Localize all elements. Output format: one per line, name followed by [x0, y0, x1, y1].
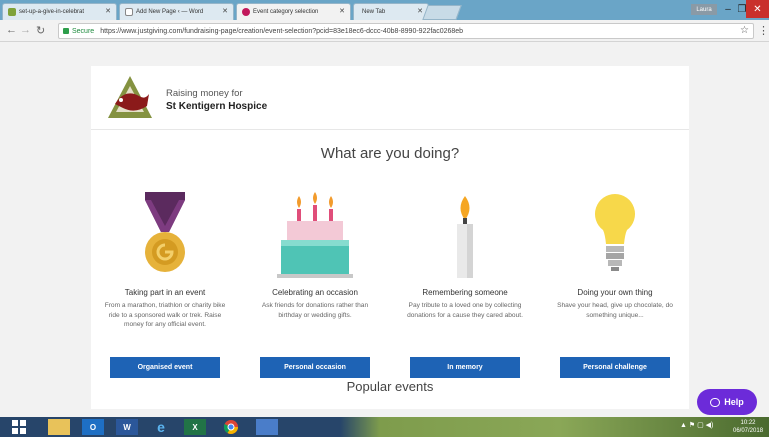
option-description: Pay tribute to a loved one by collecting… [407, 302, 523, 319]
close-tab-icon[interactable]: ✕ [105, 7, 111, 15]
outlook-icon[interactable]: O [82, 419, 104, 435]
page-heading: What are you doing? [320, 145, 460, 162]
tab-event-category-selection[interactable]: Event category selection ✕ [236, 3, 351, 20]
tab-give-in-celebration[interactable]: set-up-a-give-in-celebrat ✕ [2, 3, 117, 20]
clock-date: 06/07/2018 [733, 428, 764, 434]
close-tab-icon[interactable]: ✕ [417, 7, 423, 15]
option-description: Ask friends for donations rather than bi… [261, 302, 369, 319]
close-tab-icon[interactable]: ✕ [222, 7, 228, 15]
back-arrow-icon[interactable]: ← [6, 24, 17, 36]
tab-new-tab[interactable]: New Tab ✕ [353, 3, 429, 20]
tab-title: set-up-a-give-in-celebrat [19, 9, 85, 15]
cake-icon [251, 184, 379, 280]
close-window-icon[interactable]: ✕ [746, 0, 769, 18]
raising-money-label: Raising money for [166, 88, 243, 99]
site-favicon-icon [8, 8, 16, 16]
in-memory-button[interactable]: In memory [410, 357, 520, 378]
option-title: Doing your own thing [577, 288, 653, 297]
user-profile-badge[interactable]: Laura [691, 4, 717, 15]
personal-occasion-button[interactable]: Personal occasion [260, 357, 370, 378]
medal-icon [101, 184, 229, 280]
candle-icon [401, 184, 529, 280]
lock-icon [63, 28, 69, 34]
secure-label: Secure [72, 27, 95, 35]
close-tab-icon[interactable]: ✕ [339, 7, 345, 15]
browser-menu-icon[interactable]: ⋮ [758, 24, 769, 37]
charity-header: Raising money for St Kentigern Hospice [91, 66, 689, 130]
option-description: From a marathon, triathlon or charity bi… [104, 302, 226, 328]
url-text: https://www.justgiving.com/fundraising-p… [100, 27, 464, 35]
lightbulb-icon [551, 184, 679, 280]
chrome-icon[interactable] [220, 419, 242, 435]
clock-time: 10:22 [740, 420, 756, 426]
google-favicon-icon [242, 8, 250, 16]
option-personal-challenge: Doing your own thing Shave your head, gi… [551, 184, 679, 378]
tab-title: Add New Page ‹ — Word [136, 9, 204, 15]
option-description: Shave your head, give up chocolate, do s… [557, 302, 673, 319]
option-personal-occasion: Celebrating an occasion Ask friends for … [251, 184, 379, 378]
popular-events-heading: Popular events [346, 379, 434, 394]
organised-event-button[interactable]: Organised event [110, 357, 220, 378]
option-organised-event: Taking part in an event From a marathon,… [101, 184, 229, 378]
system-tray-icons[interactable]: ▲ ⚑ ▢ ◀) [680, 421, 713, 429]
windows-taskbar: O W e X ▲ ⚑ ▢ ◀) 10:22 06/07/2018 [0, 417, 769, 437]
personal-challenge-button[interactable]: Personal challenge [560, 357, 670, 378]
tab-title: New Tab [362, 9, 386, 15]
event-selection-card: Raising money for St Kentigern Hospice W… [91, 66, 689, 409]
word-icon[interactable]: W [116, 419, 138, 435]
charity-logo-icon [105, 74, 155, 127]
windows-start-icon[interactable] [8, 419, 30, 435]
page-content: Raising money for St Kentigern Hospice W… [0, 43, 769, 415]
excel-icon[interactable]: X [184, 419, 206, 435]
tab-title: Event category selection [253, 9, 319, 15]
clock[interactable]: 10:22 06/07/2018 [733, 419, 763, 435]
bookmark-star-icon[interactable]: ☆ [740, 25, 749, 36]
forward-arrow-icon[interactable]: → [20, 24, 31, 36]
option-title: Remembering someone [422, 288, 508, 297]
address-bar[interactable]: Secure https://www.justgiving.com/fundra… [58, 23, 754, 39]
browser-tab-strip: set-up-a-give-in-celebrat ✕ Add New Page… [0, 0, 769, 20]
help-button[interactable]: Help [697, 389, 757, 415]
tab-add-new-page[interactable]: Add New Page ‹ — Word ✕ [119, 3, 234, 20]
internet-explorer-icon[interactable]: e [150, 419, 172, 435]
option-title: Celebrating an occasion [272, 288, 358, 297]
charity-name: St Kentigern Hospice [166, 101, 268, 112]
paint-icon[interactable] [256, 419, 278, 435]
option-in-memory: Remembering someone Pay tribute to a lov… [401, 184, 529, 378]
option-title: Taking part in an event [124, 288, 206, 297]
new-tab-button[interactable] [422, 5, 462, 20]
file-explorer-icon[interactable] [48, 419, 70, 435]
chat-bubble-icon [710, 397, 721, 407]
page-favicon-icon [125, 8, 133, 16]
help-label: Help [724, 397, 744, 407]
browser-toolbar: ← → ↻ Secure https://www.justgiving.com/… [0, 20, 769, 42]
reload-icon[interactable]: ↻ [36, 24, 45, 37]
